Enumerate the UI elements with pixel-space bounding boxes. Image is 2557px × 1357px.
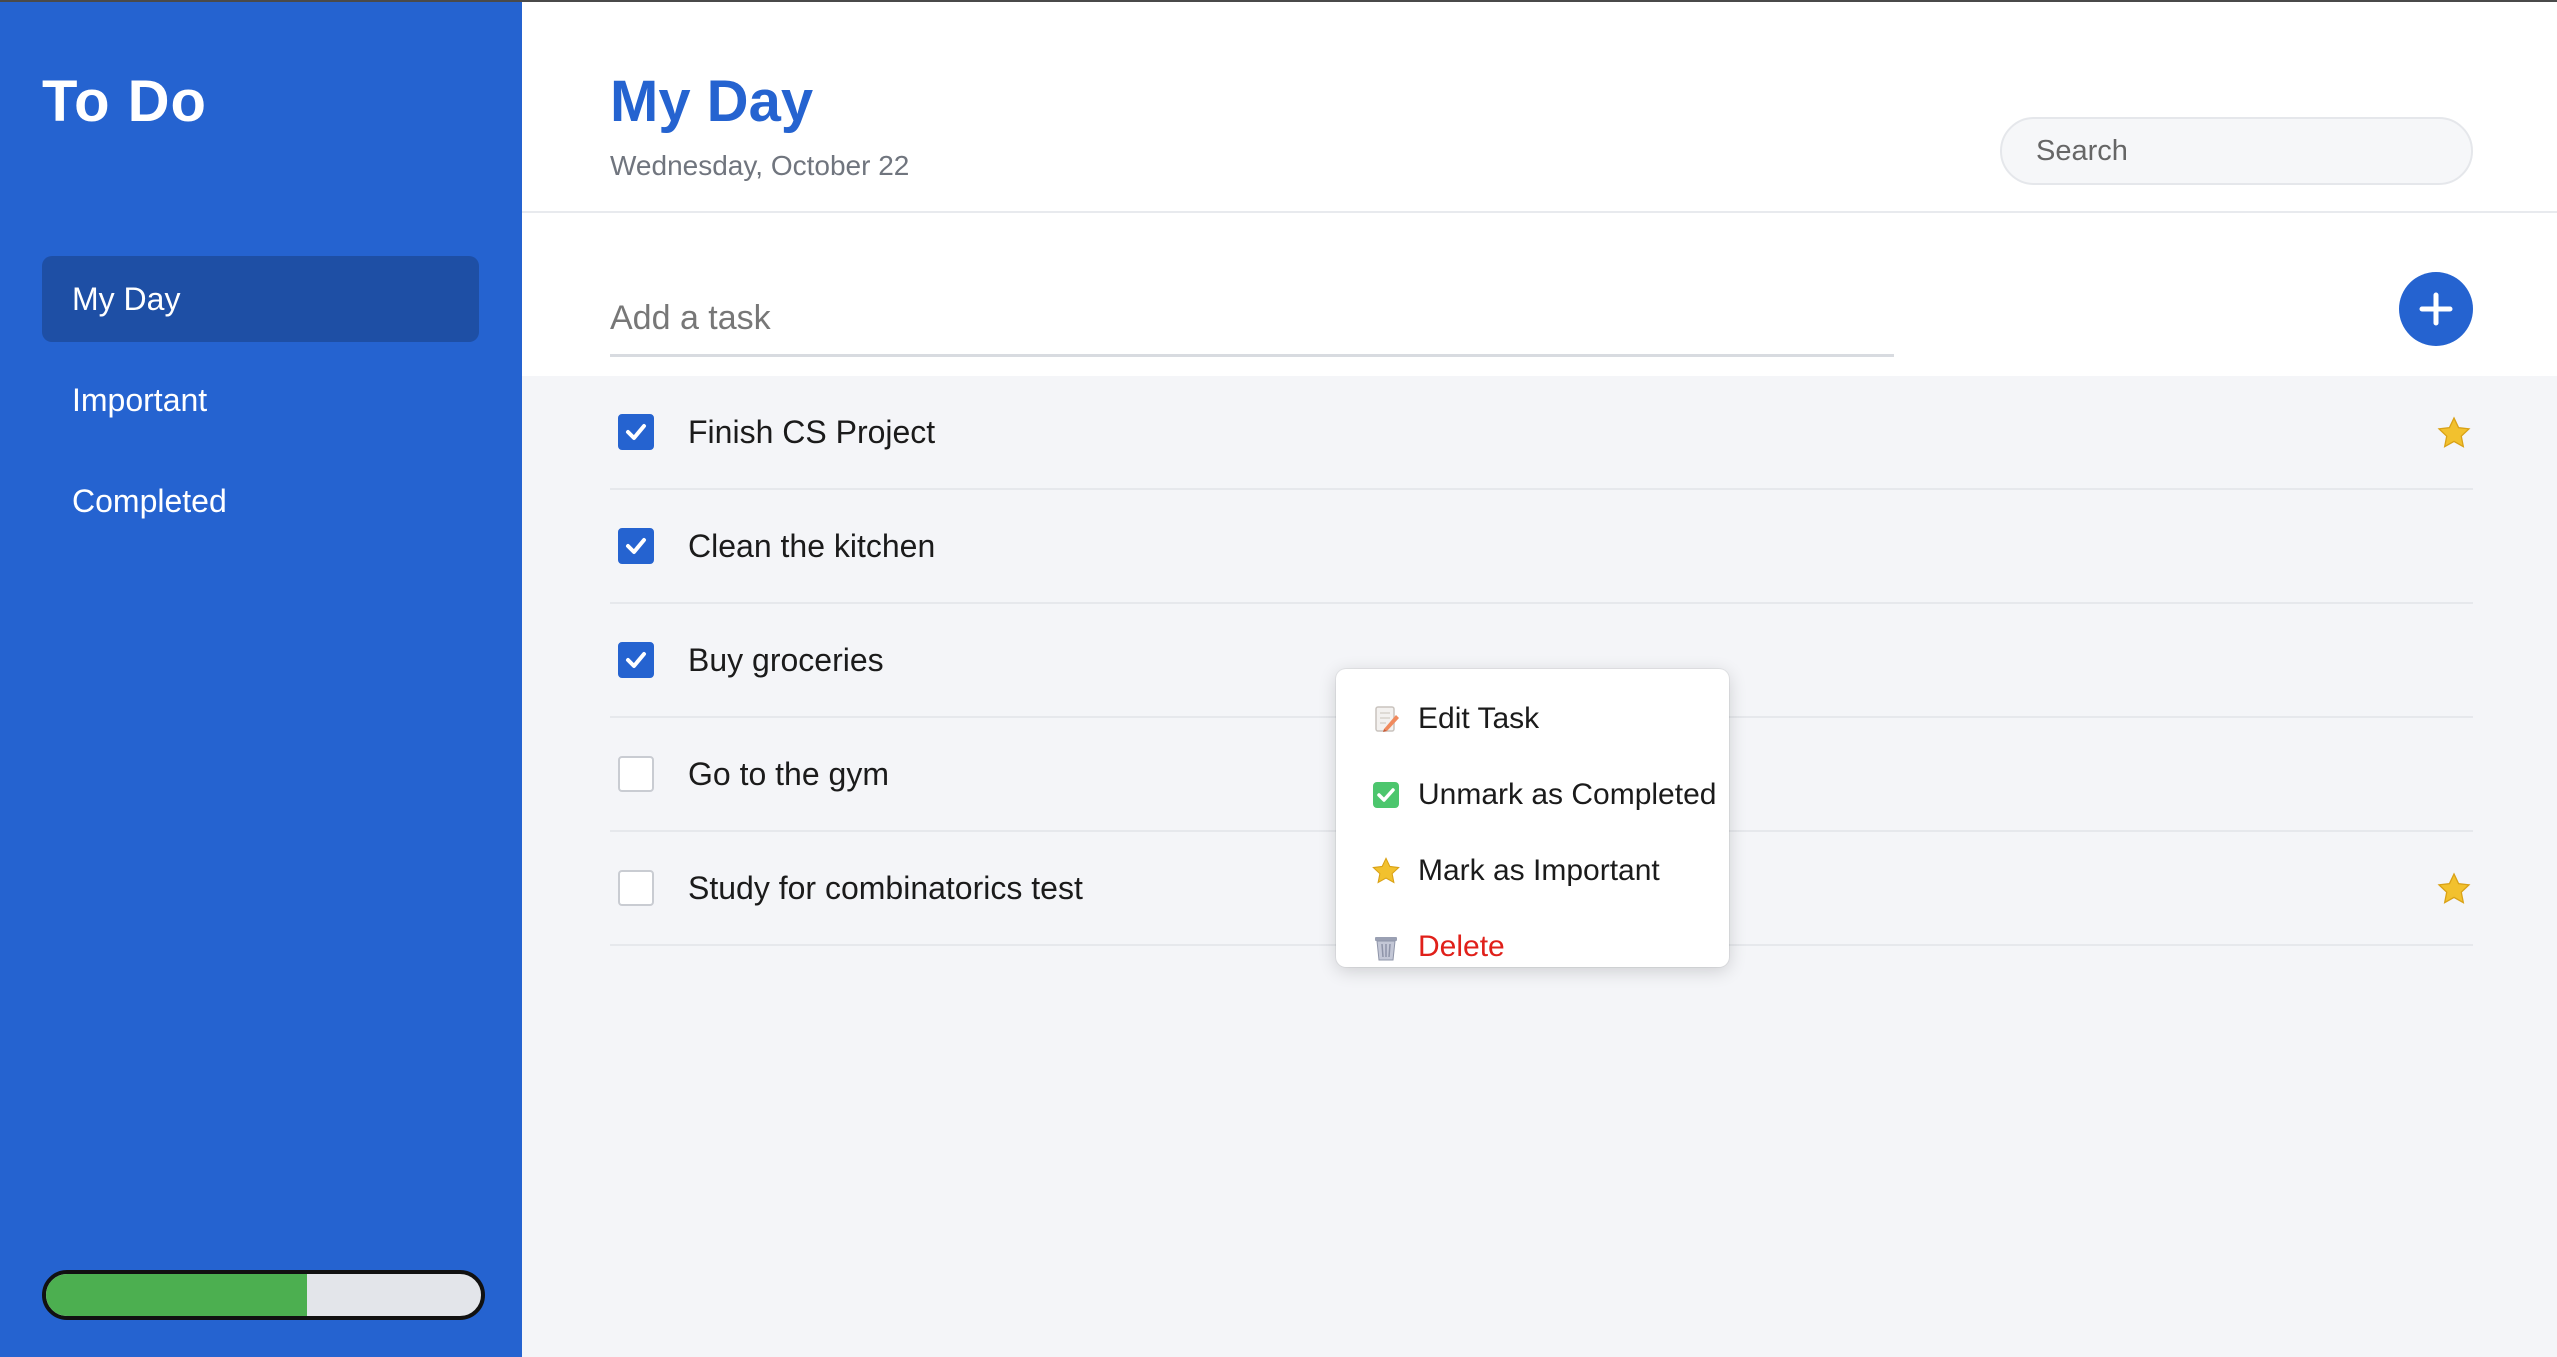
context-menu-label: Unmark as Completed <box>1418 778 1717 811</box>
task-row[interactable]: Clean the kitchen <box>610 490 2473 604</box>
context-menu: Edit Task Unmark as Completed Mark as Im… <box>1336 669 1729 967</box>
task-label: Buy groceries <box>688 641 884 678</box>
edit-icon <box>1370 703 1402 735</box>
task-checkbox[interactable] <box>618 642 654 678</box>
task-checkbox[interactable] <box>618 528 654 564</box>
context-menu-unmark-completed[interactable]: Unmark as Completed <box>1336 757 1729 833</box>
search-input[interactable] <box>2000 117 2473 185</box>
app-brand: To Do <box>42 69 207 134</box>
context-menu-label: Edit Task <box>1418 702 1540 735</box>
task-label: Go to the gym <box>688 755 889 792</box>
context-menu-label: Delete <box>1418 930 1505 963</box>
sidebar-item-important[interactable]: Important <box>42 357 479 443</box>
trash-icon <box>1370 931 1402 963</box>
star-icon[interactable] <box>2435 870 2473 908</box>
task-checkbox[interactable] <box>618 870 654 906</box>
checkmark-icon <box>626 424 646 440</box>
sidebar-item-my-day[interactable]: My Day <box>42 256 479 342</box>
sidebar-nav: My Day Important Completed <box>42 256 479 559</box>
plus-icon <box>2419 292 2453 326</box>
checkmark-icon <box>626 652 646 668</box>
progress-bar <box>42 1270 485 1320</box>
star-icon[interactable] <box>2435 414 2473 452</box>
add-task-bar <box>522 213 2557 376</box>
page-header: My Day Wednesday, October 22 <box>522 2 2557 213</box>
page-date: Wednesday, October 22 <box>610 150 910 181</box>
sidebar-item-completed[interactable]: Completed <box>42 458 479 544</box>
add-task-input[interactable] <box>610 283 1894 357</box>
context-menu-edit-task[interactable]: Edit Task <box>1336 681 1729 757</box>
sidebar: To Do My Day Important Completed <box>0 2 522 1357</box>
page-title: My Day <box>610 69 814 134</box>
task-label: Clean the kitchen <box>688 527 936 564</box>
context-menu-mark-important[interactable]: Mark as Important <box>1336 833 1729 909</box>
task-row[interactable]: Finish CS Project <box>610 376 2473 490</box>
task-label: Study for combinatorics test <box>688 869 1083 906</box>
task-checkbox[interactable] <box>618 414 654 450</box>
check-icon <box>1370 779 1402 811</box>
add-task-button[interactable] <box>2399 272 2473 346</box>
star-icon <box>1370 855 1402 887</box>
task-label: Finish CS Project <box>688 413 936 450</box>
progress-bar-fill <box>46 1274 307 1316</box>
context-menu-delete[interactable]: Delete <box>1336 909 1729 985</box>
app-window: To Do My Day Important Completed My Day … <box>0 0 2557 1357</box>
context-menu-label: Mark as Important <box>1418 854 1660 887</box>
task-checkbox[interactable] <box>618 756 654 792</box>
checkmark-icon <box>626 538 646 554</box>
